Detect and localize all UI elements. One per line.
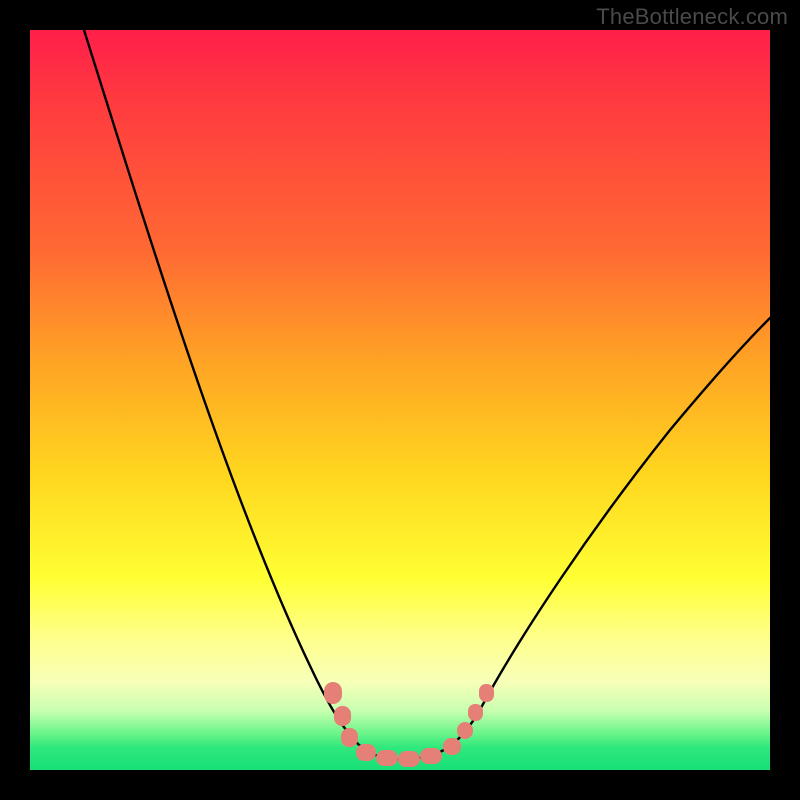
bead-marker (420, 748, 442, 764)
bead-marker (376, 750, 398, 766)
bottleneck-curve (84, 30, 770, 759)
bead-marker (341, 728, 358, 747)
bead-marker (334, 706, 351, 726)
curve-svg (30, 30, 770, 770)
bead-marker (468, 704, 483, 721)
bead-marker (398, 751, 420, 767)
bead-marker (479, 684, 494, 702)
watermark-text: TheBottleneck.com (596, 4, 788, 30)
chart-frame: TheBottleneck.com (0, 0, 800, 800)
plot-area (30, 30, 770, 770)
bead-marker (443, 738, 461, 755)
bead-marker (324, 682, 342, 704)
curve-beads (324, 682, 494, 767)
bead-marker (457, 722, 473, 739)
bead-marker (356, 744, 376, 761)
